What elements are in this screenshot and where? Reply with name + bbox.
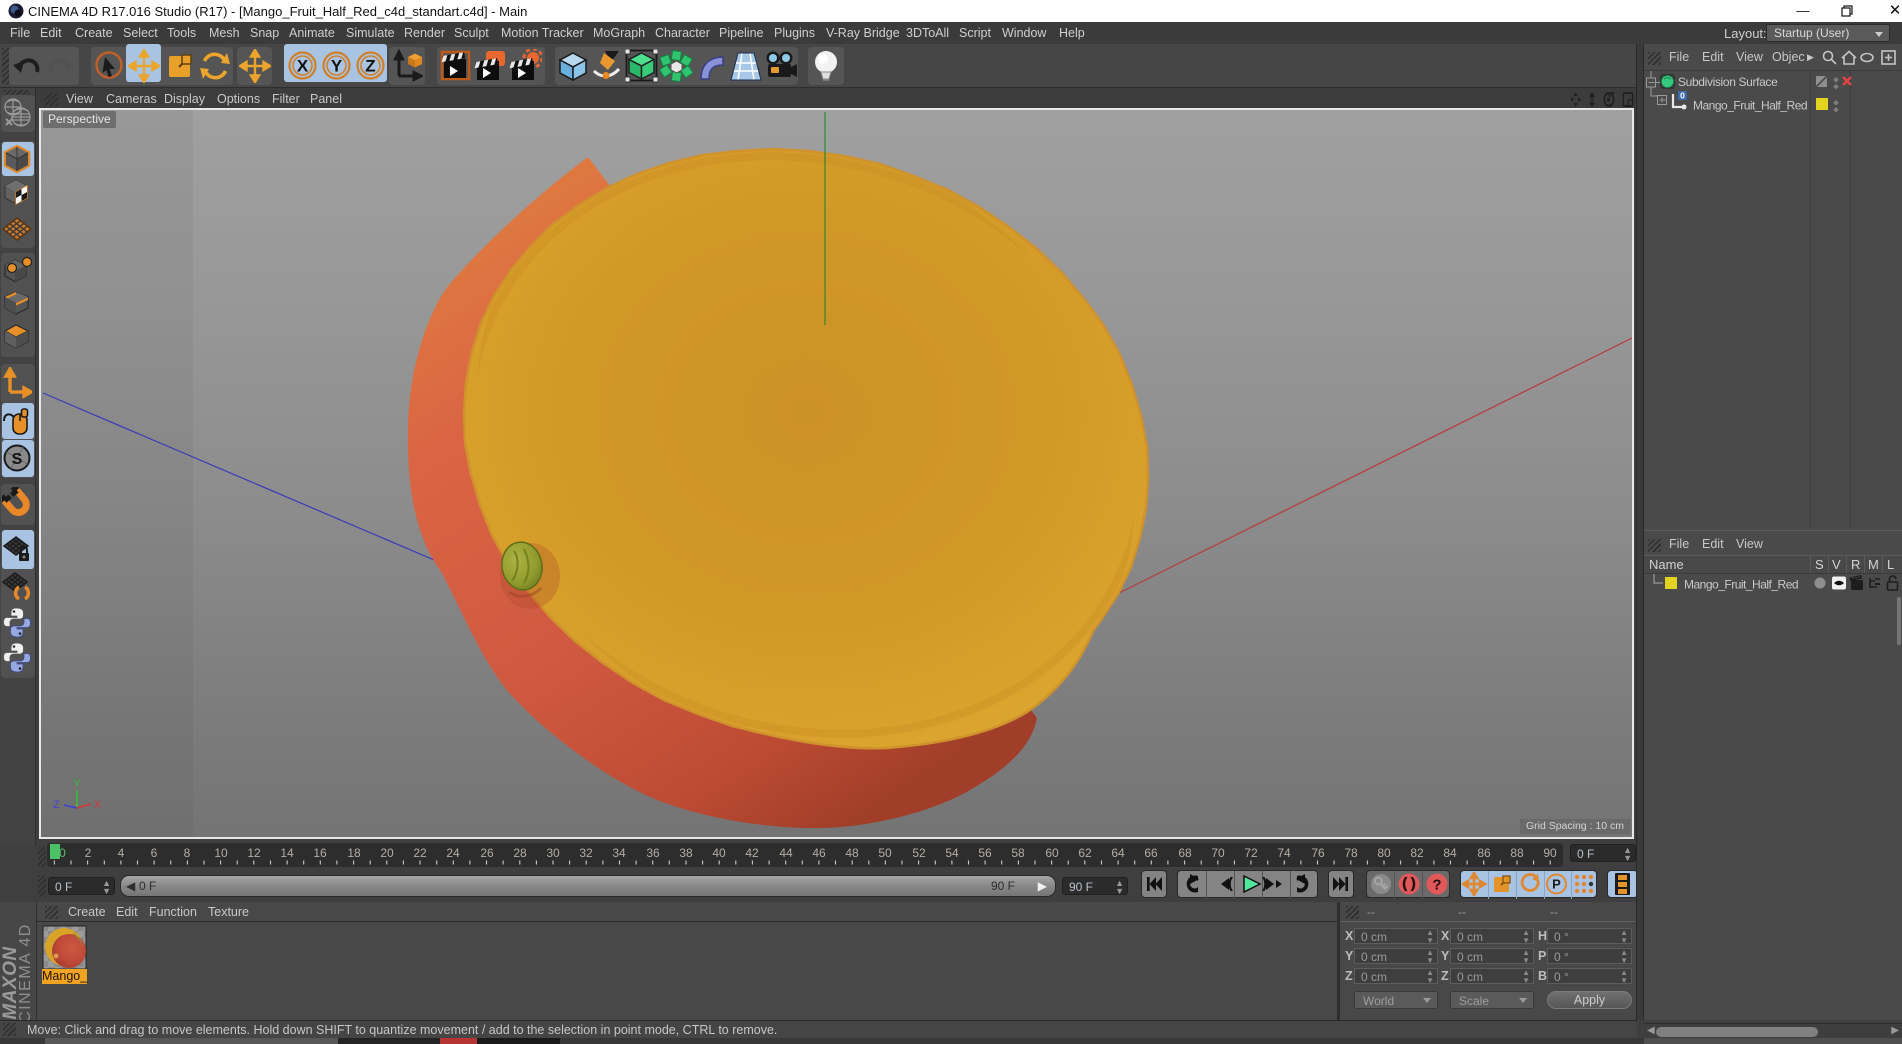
- svg-text:22: 22: [413, 846, 427, 860]
- svg-text:P: P: [1552, 877, 1561, 892]
- svg-text:72: 72: [1244, 846, 1258, 860]
- svg-text:86: 86: [1477, 846, 1491, 860]
- svg-text:38: 38: [679, 846, 693, 860]
- svg-text:76: 76: [1311, 846, 1325, 860]
- svg-text:0: 0: [59, 846, 66, 860]
- svg-text:84: 84: [1443, 846, 1457, 860]
- svg-text:48: 48: [845, 846, 859, 860]
- svg-text:26: 26: [480, 846, 494, 860]
- svg-text:58: 58: [1011, 846, 1025, 860]
- svg-text:56: 56: [978, 846, 992, 860]
- svg-text:X: X: [94, 799, 102, 811]
- svg-text:40: 40: [712, 846, 726, 860]
- svg-text:6: 6: [151, 846, 158, 860]
- svg-text:36: 36: [646, 846, 660, 860]
- svg-text:Z: Z: [53, 799, 60, 811]
- svg-text:66: 66: [1144, 846, 1158, 860]
- svg-text:10: 10: [214, 846, 228, 860]
- svg-text:Mango_Fruit_Half_Red: Mango_Fruit_Half_Red: [1693, 99, 1807, 113]
- svg-text:12: 12: [247, 846, 261, 860]
- svg-text:90: 90: [1543, 846, 1557, 860]
- svg-text:68: 68: [1178, 846, 1192, 860]
- svg-text:Mango_Fruit_Half_Red: Mango_Fruit_Half_Red: [1684, 578, 1798, 592]
- svg-text:88: 88: [1510, 846, 1524, 860]
- svg-text:Subdivision Surface: Subdivision Surface: [1678, 75, 1778, 89]
- svg-text:20: 20: [380, 846, 394, 860]
- svg-text:0: 0: [1680, 91, 1685, 101]
- svg-text:Y: Y: [331, 57, 343, 76]
- svg-text:46: 46: [812, 846, 826, 860]
- svg-text:62: 62: [1078, 846, 1092, 860]
- svg-text:24: 24: [446, 846, 460, 860]
- svg-text:2: 2: [85, 846, 92, 860]
- svg-text:44: 44: [779, 846, 793, 860]
- svg-text:82: 82: [1410, 846, 1424, 860]
- svg-text:32: 32: [579, 846, 593, 860]
- svg-text:30: 30: [546, 846, 560, 860]
- svg-text:52: 52: [912, 846, 926, 860]
- svg-text:54: 54: [945, 846, 959, 860]
- svg-text:16: 16: [313, 846, 327, 860]
- svg-text:4: 4: [118, 846, 125, 860]
- svg-text:70: 70: [1211, 846, 1225, 860]
- svg-text:Z: Z: [365, 57, 375, 76]
- svg-text:S: S: [12, 451, 23, 468]
- svg-text:8: 8: [184, 846, 191, 860]
- svg-text:64: 64: [1111, 846, 1125, 860]
- svg-text:X: X: [297, 57, 309, 76]
- svg-text:50: 50: [878, 846, 892, 860]
- svg-text:34: 34: [612, 846, 626, 860]
- svg-text:Y: Y: [73, 778, 81, 790]
- svg-text:18: 18: [347, 846, 361, 860]
- svg-text:14: 14: [280, 846, 294, 860]
- svg-text:60: 60: [1045, 846, 1059, 860]
- svg-text:78: 78: [1344, 846, 1358, 860]
- svg-text:28: 28: [513, 846, 527, 860]
- svg-text:80: 80: [1377, 846, 1391, 860]
- svg-text:42: 42: [745, 846, 759, 860]
- svg-text:74: 74: [1277, 846, 1291, 860]
- svg-text:?: ?: [1432, 877, 1441, 894]
